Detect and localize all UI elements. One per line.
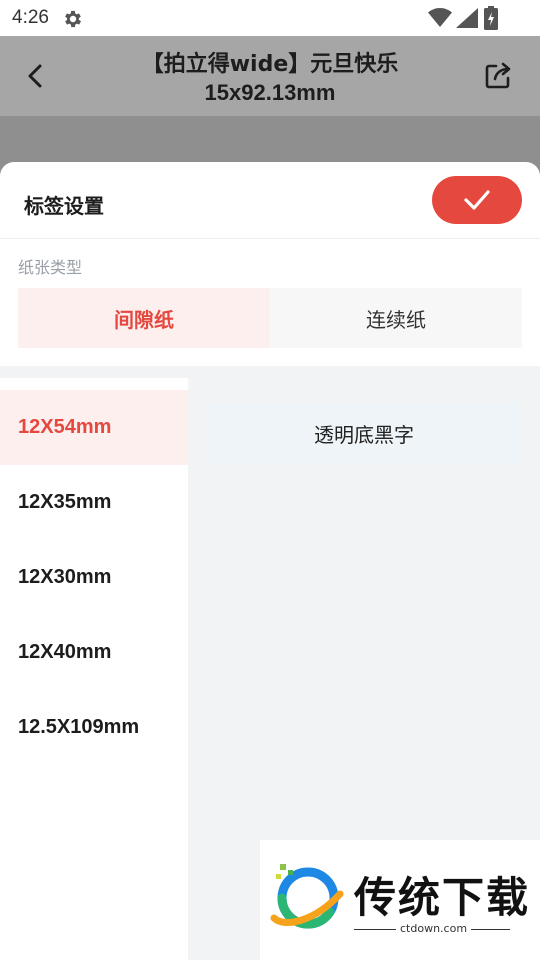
- paper-type-gap[interactable]: 间隙纸: [18, 288, 270, 348]
- size-item[interactable]: 12X40mm: [0, 615, 188, 690]
- watermark: 传统下载 ctdown.com: [260, 840, 540, 960]
- size-item[interactable]: 12X30mm: [0, 540, 188, 615]
- status-bar: 4:26: [0, 0, 540, 36]
- watermark-url: ctdown.com: [396, 922, 472, 935]
- paper-type-label: 纸张类型: [18, 258, 83, 277]
- size-list: 12X54mm 12X35mm 12X30mm 12X40mm 12.5X109…: [0, 378, 188, 960]
- status-time: 4:26: [12, 7, 49, 28]
- size-item-label: 12.5X109mm: [18, 716, 140, 738]
- label-type-label: 透明底黑字: [314, 422, 414, 447]
- divider: [0, 238, 540, 239]
- app-bar: 【拍立得wide】元旦快乐 15x92.13mm: [0, 36, 540, 116]
- check-icon: [464, 190, 490, 210]
- size-item-label: 12X54mm: [18, 416, 112, 438]
- size-item[interactable]: 12X35mm: [0, 465, 188, 540]
- gear-icon: [65, 10, 81, 28]
- page-subtitle: 15x92.13mm: [204, 80, 336, 105]
- watermark-title: 传统下载: [354, 873, 531, 922]
- label-type-option[interactable]: 透明底黑字: [206, 402, 522, 464]
- site-logo-icon: [270, 864, 344, 929]
- size-item[interactable]: 12.5X109mm: [0, 690, 188, 765]
- size-item-label: 12X35mm: [18, 491, 112, 513]
- battery-icon: [484, 6, 498, 30]
- size-item[interactable]: 12X54mm: [0, 390, 188, 465]
- size-item-label: 12X30mm: [18, 566, 112, 588]
- paper-type-continuous-label: 连续纸: [366, 307, 426, 332]
- share-icon[interactable]: [482, 60, 514, 92]
- signal-icon: [456, 8, 478, 28]
- paper-type-gap-label: 间隙纸: [114, 307, 174, 332]
- size-item-label: 12X40mm: [18, 641, 112, 663]
- wifi-icon: [428, 8, 452, 27]
- page-title: 【拍立得wide】元旦快乐: [141, 52, 399, 77]
- sheet-title: 标签设置: [24, 194, 104, 218]
- confirm-button[interactable]: [432, 176, 522, 224]
- paper-type-continuous[interactable]: 连续纸: [270, 288, 522, 348]
